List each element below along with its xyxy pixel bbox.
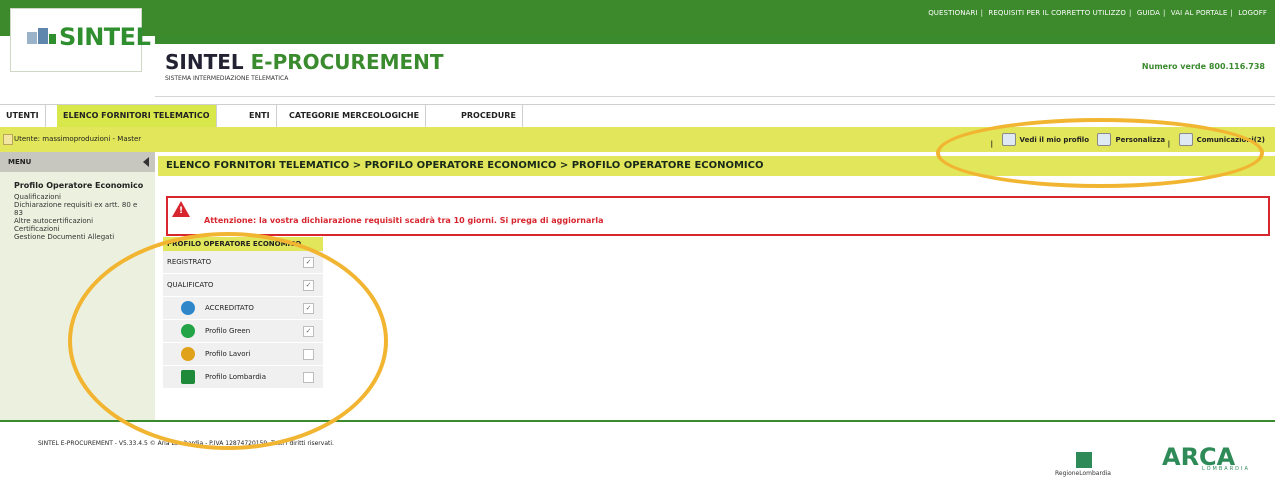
tab-elenco-fornitori[interactable]: ELENCO FORNITORI TELEMATICO — [57, 105, 217, 127]
header-strip — [155, 36, 1275, 44]
top-links: QUESTIONARI | REQUISITI PER IL CORRETTO U… — [928, 9, 1267, 17]
sidebar-item-autocertificazioni[interactable]: Altre autocertificazioni — [14, 217, 139, 225]
sidebar-item-qualificazioni[interactable]: Qualificazioni — [14, 193, 139, 201]
user-label: Utente: massimoproduzioni - Master — [14, 135, 142, 143]
menu-title: MENU — [8, 158, 32, 166]
sidebar-section-title[interactable]: Profilo Operatore Economico — [14, 181, 143, 190]
breadcrumb: ELENCO FORNITORI TELEMATICO > PROFILO OP… — [166, 160, 764, 171]
requisiti-link[interactable]: REQUISITI PER IL CORRETTO UTILIZZO — [988, 9, 1126, 17]
tab-procedure[interactable]: PROCEDURE — [455, 105, 523, 127]
sidebar-item-documenti[interactable]: Gestione Documenti Allegati — [14, 233, 139, 241]
warning-text: Attenzione: la vostra dichiarazione requ… — [204, 216, 604, 225]
annotation-ellipse — [936, 118, 1264, 188]
tab-utenti[interactable]: UTENTI — [0, 105, 46, 127]
sidebar-links: Qualificazioni Dichiarazione requisiti e… — [14, 193, 139, 241]
logo-text: SINTEL — [59, 23, 151, 51]
brand-title: SINTEL E-PROCUREMENT — [165, 50, 444, 74]
collapse-arrow-icon[interactable] — [143, 157, 149, 167]
annotation-ellipse — [68, 232, 388, 450]
sidebar-item-dichiarazione[interactable]: Dichiarazione requisiti ex artt. 80 e 83 — [14, 201, 139, 217]
sintel-logo[interactable]: SINTEL — [10, 8, 151, 72]
user-icon — [3, 134, 13, 145]
logo-mark-icon — [27, 28, 56, 44]
menu-header: MENU — [0, 152, 155, 172]
guida-link[interactable]: GUIDA — [1137, 9, 1160, 17]
regione-lombardia-label: RegioneLombardia — [1055, 470, 1111, 477]
top-bar — [0, 0, 1275, 36]
sidebar-item-certificazioni[interactable]: Certificazioni — [14, 225, 139, 233]
logoff-link[interactable]: LOGOFF — [1238, 9, 1267, 17]
tab-categorie[interactable]: CATEGORIE MERCEOLOGICHE — [283, 105, 427, 127]
regione-lombardia-icon — [1076, 452, 1092, 468]
questionari-link[interactable]: QUESTIONARI — [928, 9, 977, 17]
brand-subtitle: SISTEMA INTERMEDIAZIONE TELEMATICA — [165, 75, 289, 82]
arca-sub: LOMBARDIA — [1202, 466, 1250, 472]
vai-al-portale-link[interactable]: VAI AL PORTALE — [1171, 9, 1228, 17]
tab-enti[interactable]: ENTI — [243, 105, 277, 127]
numero-verde: Numero verde 800.116.738 — [1141, 62, 1265, 71]
